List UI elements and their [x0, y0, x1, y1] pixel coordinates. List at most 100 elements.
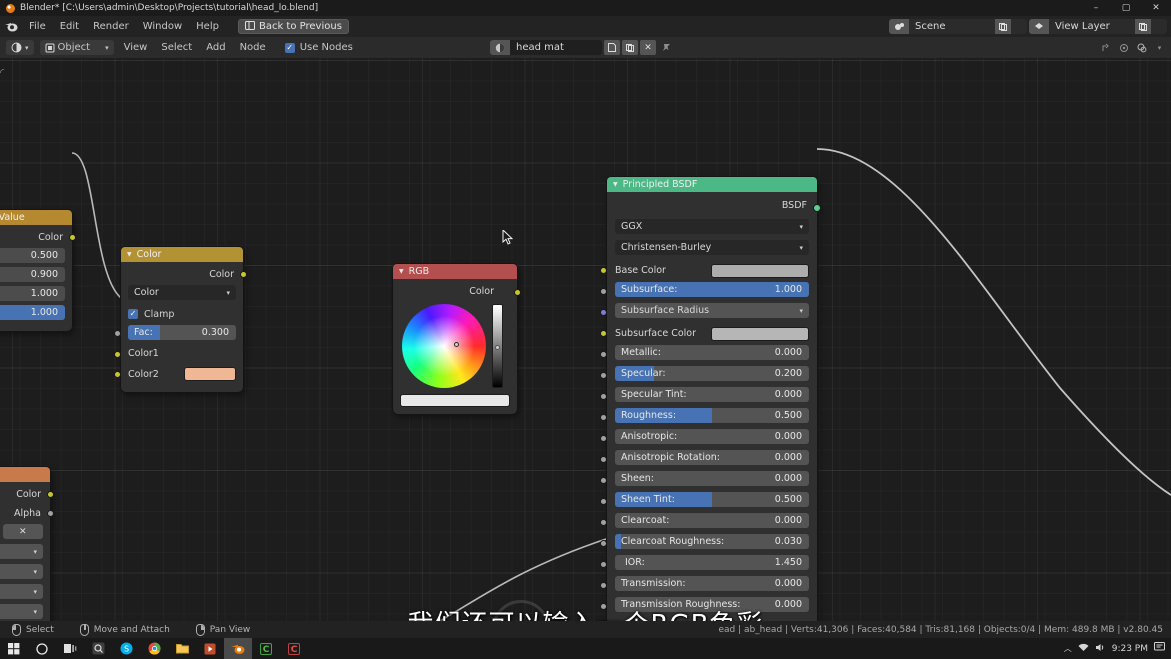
bsdf-socket-transmission[interactable]	[600, 582, 607, 589]
hsv-field-row-2[interactable]: 1.000	[0, 286, 65, 303]
bsdf-socket-base-color[interactable]	[600, 267, 607, 274]
mix-fac-row[interactable]: Fac: 0.300	[114, 325, 236, 343]
node-menu-add[interactable]: Add	[199, 37, 232, 58]
network-icon[interactable]	[1078, 643, 1089, 655]
view-layer-x-icon[interactable]	[1151, 19, 1167, 34]
rgb-picker[interactable]	[400, 304, 510, 388]
bsdf-distribution-row[interactable]: GGX ▾	[615, 219, 809, 238]
node-header-rgb[interactable]: ▼ RGB	[393, 264, 517, 279]
menu-window[interactable]: Window	[136, 16, 189, 37]
bsdf-row-base-color[interactable]: Base Color	[600, 261, 809, 280]
bsdf-row-anisotropic[interactable]: Anisotropic: 0.000	[600, 429, 809, 448]
shader-type-selector[interactable]: Object ▾	[39, 40, 114, 55]
node-image-texture[interactable]: Color Alpha ✕ ▾ ▾ ▾ ▾	[0, 467, 54, 621]
mix-fac-slider[interactable]: Fac: 0.300	[128, 325, 236, 340]
snap-icon[interactable]	[1098, 41, 1113, 55]
node-mix-rgb[interactable]: ▼ Color Color Color ▾ ✓ Clamp Fac: 0.300…	[114, 247, 247, 392]
image-select-2[interactable]: ▾	[0, 584, 43, 599]
hsv-field-row-3[interactable]: 1.000	[0, 305, 65, 322]
image-buttons-row[interactable]: ✕	[0, 524, 43, 542]
bsdf-row-metallic[interactable]: Metallic: 0.000	[600, 345, 809, 364]
volume-icon[interactable]	[1095, 643, 1106, 655]
material-pin-icon[interactable]	[658, 40, 674, 55]
menu-help[interactable]: Help	[189, 16, 226, 37]
start-icon[interactable]	[0, 638, 28, 659]
node-header-mix[interactable]: ▼ Color	[121, 247, 243, 262]
mix-color1-row[interactable]: Color1	[114, 345, 236, 363]
bsdf-row-specular[interactable]: Specular: 0.200	[600, 366, 809, 385]
collapse-triangle-icon[interactable]: ▼	[613, 181, 618, 188]
node-header-bsdf[interactable]: ▼ Principled BSDF	[607, 177, 817, 192]
scene-name[interactable]: Scene	[909, 21, 995, 32]
hsv-field-1[interactable]: on: 0.900	[0, 267, 65, 282]
mix-clamp-row[interactable]: ✓ Clamp	[128, 305, 236, 323]
mix-color2-socket[interactable]	[114, 371, 121, 378]
hsv-output-socket[interactable]	[69, 234, 76, 241]
bsdf-select-subsurface-radius[interactable]: Subsurface Radius ▾	[615, 303, 809, 318]
collapse-triangle-icon[interactable]: ▼	[127, 251, 132, 258]
scene-x-icon[interactable]: x-icon	[1011, 19, 1027, 34]
bsdf-swatch-base-color[interactable]	[711, 263, 809, 278]
bsdf-slider-ior[interactable]: IOR: 1.450	[615, 555, 809, 570]
proportional-icon[interactable]	[1116, 41, 1131, 55]
bsdf-socket-subsurface-radius[interactable]	[600, 309, 607, 316]
color-wheel-icon[interactable]	[402, 304, 486, 388]
node-hue-saturation-value[interactable]: ▼ ration Value Color 0.500 on:	[0, 210, 76, 331]
bsdf-slider-anisotropic-rotation[interactable]: Anisotropic Rotation: 0.000	[615, 450, 809, 465]
mix-color1-socket[interactable]	[114, 351, 121, 358]
bsdf-row-sheen-tint[interactable]: Sheen Tint: 0.500	[600, 492, 809, 511]
task-view-icon[interactable]	[56, 638, 84, 659]
taskbar-clock[interactable]: 9:23 PM	[1112, 644, 1148, 654]
image-output-color-socket[interactable]	[47, 491, 54, 498]
notification-icon[interactable]	[1154, 642, 1165, 655]
bsdf-swatch-subsurface-color[interactable]	[711, 326, 809, 341]
mix-blend-mode-select[interactable]: Color ▾	[128, 285, 236, 300]
bsdf-row-anisotropic-rotation[interactable]: Anisotropic Rotation: 0.000	[600, 450, 809, 469]
chrome-icon[interactable]	[140, 638, 168, 659]
image-select-0[interactable]: ▾	[0, 544, 43, 559]
bsdf-row-clearcoat-roughness[interactable]: Clearcoat Roughness: 0.030	[600, 534, 809, 553]
bsdf-socket-specular[interactable]	[600, 372, 607, 379]
bsdf-row-clearcoat[interactable]: Clearcoat: 0.000	[600, 513, 809, 532]
bsdf-socket-roughness[interactable]	[600, 414, 607, 421]
node-menu-view[interactable]: View	[117, 37, 155, 58]
bsdf-slider-clearcoat-roughness[interactable]: Clearcoat Roughness: 0.030	[615, 534, 809, 549]
rgb-color-swatch[interactable]	[400, 394, 510, 407]
menu-render[interactable]: Render	[86, 16, 136, 37]
bsdf-socket-subsurface-color[interactable]	[600, 330, 607, 337]
bsdf-slider-sheen-tint[interactable]: Sheen Tint: 0.500	[615, 492, 809, 507]
bsdf-row-subsurface-color[interactable]: Subsurface Color	[600, 324, 809, 343]
scene-copy-icon[interactable]	[995, 19, 1011, 34]
bsdf-slider-anisotropic[interactable]: Anisotropic: 0.000	[615, 429, 809, 444]
minimize-button[interactable]: –	[1081, 0, 1111, 16]
canvas-corner-handle[interactable]: ◜	[0, 66, 10, 79]
scene-selector[interactable]: Scene x-icon	[889, 19, 1027, 34]
bsdf-row-subsurface-radius[interactable]: Subsurface Radius ▾	[600, 303, 809, 322]
chevron-up-icon[interactable]: ︿	[1064, 643, 1072, 654]
bsdf-socket-sheen-tint[interactable]	[600, 498, 607, 505]
view-layer-icon[interactable]	[1029, 19, 1049, 34]
bsdf-socket-anisotropic[interactable]	[600, 435, 607, 442]
bsdf-socket-sheen[interactable]	[600, 477, 607, 484]
bsdf-socket-clearcoat-roughness[interactable]	[600, 540, 607, 547]
node-menu-node[interactable]: Node	[233, 37, 273, 58]
node-editor-canvas[interactable]: ◜ ▼ ration Value Color 0	[0, 58, 1171, 621]
bsdf-socket-specular-tint[interactable]	[600, 393, 607, 400]
search-app-icon[interactable]	[84, 638, 112, 659]
mix-output-socket[interactable]	[240, 271, 247, 278]
material-sphere-icon[interactable]	[490, 40, 510, 55]
node-menu-select[interactable]: Select	[154, 37, 199, 58]
cortana-icon[interactable]	[28, 638, 56, 659]
view-layer-copy-icon[interactable]	[1135, 19, 1151, 34]
value-slider-icon[interactable]	[492, 304, 503, 388]
image-dropdown-row-1[interactable]: ▾	[0, 564, 43, 582]
collapse-triangle-icon[interactable]: ▼	[399, 268, 404, 275]
menu-edit[interactable]: Edit	[53, 16, 86, 37]
editor-type-selector[interactable]: ▾	[6, 40, 34, 55]
image-unlink-icon[interactable]: ✕	[2, 524, 43, 539]
blender-menu-icon[interactable]	[0, 16, 22, 37]
node-header-image[interactable]	[0, 467, 50, 482]
bsdf-output-socket[interactable]	[813, 204, 821, 212]
node-header-hsv[interactable]: ▼ ration Value	[0, 210, 72, 225]
bsdf-socket-subsurface[interactable]	[600, 288, 607, 295]
